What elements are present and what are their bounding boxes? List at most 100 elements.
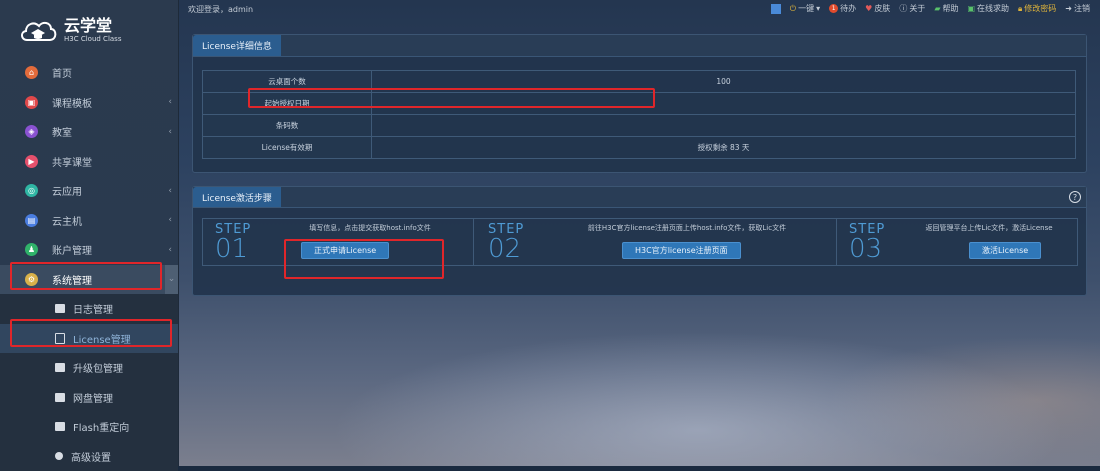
settings-icon — [55, 452, 63, 460]
template-icon: ▣ — [25, 96, 38, 109]
table-row: 条码数 — [203, 115, 1076, 137]
step-digit: 03 — [849, 236, 899, 262]
activate-license-button[interactable]: 激活License — [969, 242, 1041, 259]
sidebar-subitem-label: 日志管理 — [73, 301, 113, 316]
sidebar-subitem-netdisk[interactable]: 网盘管理 — [0, 383, 178, 413]
info-icon: ⓘ — [899, 3, 907, 14]
step-digit: 02 — [488, 236, 538, 262]
table-row: License有效期 授权剩余 83 天 — [203, 137, 1076, 159]
tab-license-steps[interactable]: License激活步骤 — [193, 187, 281, 207]
step-number: STEP 03 — [849, 223, 899, 262]
row-key: 条码数 — [203, 115, 372, 137]
step-description: 填写信息，点击提交获取host.info文件 — [275, 223, 465, 233]
shirt-icon: ♥ — [865, 4, 872, 13]
chevron-left-icon: ‹ — [168, 97, 172, 107]
sidebar-item-shared-class[interactable]: ▶ 共享课堂 — [0, 147, 178, 177]
license-detail-table: 云桌面个数 100 起始授权日期 条码数 License有效期 授权剩余 83 … — [202, 70, 1076, 159]
step-number: STEP 02 — [488, 223, 538, 262]
row-value — [372, 115, 1076, 137]
logout-icon: ➜ — [1065, 4, 1072, 13]
sidebar-item-label: 首页 — [52, 65, 72, 80]
lock-icon: 🔒︎ — [1018, 4, 1022, 14]
help-icon[interactable]: ? — [1069, 191, 1081, 203]
logo[interactable]: 云学堂 H3C Cloud Class — [18, 12, 121, 48]
step-2: STEP 02 前往H3C官方license注册页面上传host.info文件，… — [474, 219, 837, 265]
highlight-box-system — [10, 262, 162, 290]
step-description: 前往H3C官方license注册页面上传host.info文件，获取Lic文件 — [546, 223, 828, 233]
package-icon — [55, 363, 65, 372]
highlight-box-license-menu — [10, 319, 172, 347]
h3c-register-button[interactable]: H3C官方license注册页面 — [622, 242, 741, 259]
skin-link[interactable]: ♥ 皮肤 — [865, 3, 890, 14]
sidebar-item-label: 课程模板 — [52, 95, 92, 110]
step-number: STEP 01 — [215, 223, 265, 262]
book-icon: ▰ — [934, 4, 940, 13]
monitor-icon — [55, 422, 65, 431]
cloud-logo-icon — [18, 16, 58, 44]
top-bar-actions: ⏻ 一键 ▾ 1 待办 ♥ 皮肤 ⓘ 关于 ▰ 帮助 ▣ 在线求助 🔒︎ 修改密… — [771, 3, 1090, 14]
chevron-left-icon: ‹ — [168, 215, 172, 225]
row-key: License有效期 — [203, 137, 372, 159]
change-password-label: 修改密码 — [1024, 3, 1056, 14]
row-value: 授权剩余 83 天 — [372, 137, 1076, 159]
sidebar-subitem-label: 网盘管理 — [73, 390, 113, 405]
sidebar-item-course-template[interactable]: ▣ 课程模板 ‹ — [0, 88, 178, 118]
power-icon: ⏻ — [790, 4, 796, 14]
server-icon: ▤ — [25, 214, 38, 227]
logo-title: 云学堂 — [64, 17, 121, 35]
grid-icon[interactable] — [771, 4, 781, 14]
sidebar-item-cloud-host[interactable]: ▤ 云主机 ‹ — [0, 206, 178, 236]
change-password-link[interactable]: 🔒︎ 修改密码 — [1018, 3, 1056, 14]
chat-icon: ▣ — [967, 4, 975, 13]
skin-label: 皮肤 — [874, 3, 890, 14]
logout-link[interactable]: ➜ 注销 — [1065, 3, 1090, 14]
panel-header: License详细信息 — [193, 35, 1086, 57]
about-label: 关于 — [909, 3, 925, 14]
sidebar-item-label: 云主机 — [52, 213, 82, 228]
sidebar-item-cloud-app[interactable]: ◎ 云应用 ‹ — [0, 176, 178, 206]
top-bar: 欢迎登录，admin ⏻ 一键 ▾ 1 待办 ♥ 皮肤 ⓘ 关于 ▰ 帮助 ▣ … — [178, 0, 1100, 20]
about-link[interactable]: ⓘ 关于 — [899, 3, 925, 14]
tab-license-detail[interactable]: License详细信息 — [193, 35, 281, 56]
sidebar-item-label: 云应用 — [52, 183, 82, 198]
play-icon: ▶ — [25, 155, 38, 168]
sidebar-subitem-advanced[interactable]: 高级设置 — [0, 442, 178, 471]
cloud-app-icon: ◎ — [25, 184, 38, 197]
sidebar-item-home[interactable]: ⌂ 首页 — [0, 58, 178, 88]
chevron-left-icon: ‹ — [168, 186, 172, 196]
one-click-menu[interactable]: ⏻ 一键 ▾ — [790, 3, 820, 14]
log-icon — [55, 304, 65, 313]
sidebar-item-account[interactable]: ♟ 账户管理 ‹ — [0, 235, 178, 265]
caret-down-icon: ▾ — [816, 4, 820, 13]
help-label: 帮助 — [942, 3, 958, 14]
sidebar-item-label: 共享课堂 — [52, 154, 92, 169]
highlight-box-apply — [284, 239, 444, 279]
logout-label: 注销 — [1074, 3, 1090, 14]
sidebar-subitem-label: 高级设置 — [71, 449, 111, 464]
sidebar-subitem-flash[interactable]: Flash重定向 — [0, 412, 178, 442]
step-description: 返回管理平台上传Lic文件，激活License — [909, 223, 1069, 233]
sidebar-subitem-label: 升级包管理 — [73, 360, 123, 375]
one-click-label: 一键 — [798, 3, 814, 14]
online-help-link[interactable]: ▣ 在线求助 — [967, 3, 1009, 14]
todo-badge: 1 — [829, 4, 838, 13]
todo-link[interactable]: 1 待办 — [829, 3, 856, 14]
chevron-left-icon: ‹ — [168, 127, 172, 137]
todo-label: 待办 — [840, 3, 856, 14]
sidebar-item-label: 账户管理 — [52, 242, 92, 257]
online-help-label: 在线求助 — [977, 3, 1009, 14]
welcome-text: 欢迎登录，admin — [188, 4, 253, 15]
logo-subtitle: H3C Cloud Class — [64, 35, 121, 44]
sidebar-subitem-upgrade[interactable]: 升级包管理 — [0, 353, 178, 383]
help-link[interactable]: ▰ 帮助 — [934, 3, 958, 14]
chevron-down-icon: ⌄ — [165, 265, 178, 294]
step-digit: 01 — [215, 236, 265, 262]
sidebar-subitem-label: Flash重定向 — [73, 419, 129, 434]
chevron-left-icon: ‹ — [168, 245, 172, 255]
step-3: STEP 03 返回管理平台上传Lic文件，激活License 激活Licens… — [837, 219, 1077, 265]
sidebar-item-label: 教室 — [52, 124, 72, 139]
home-icon: ⌂ — [25, 66, 38, 79]
sidebar-item-classroom[interactable]: ◈ 教室 ‹ — [0, 117, 178, 147]
user-icon: ♟ — [25, 243, 38, 256]
classroom-icon: ◈ — [25, 125, 38, 138]
